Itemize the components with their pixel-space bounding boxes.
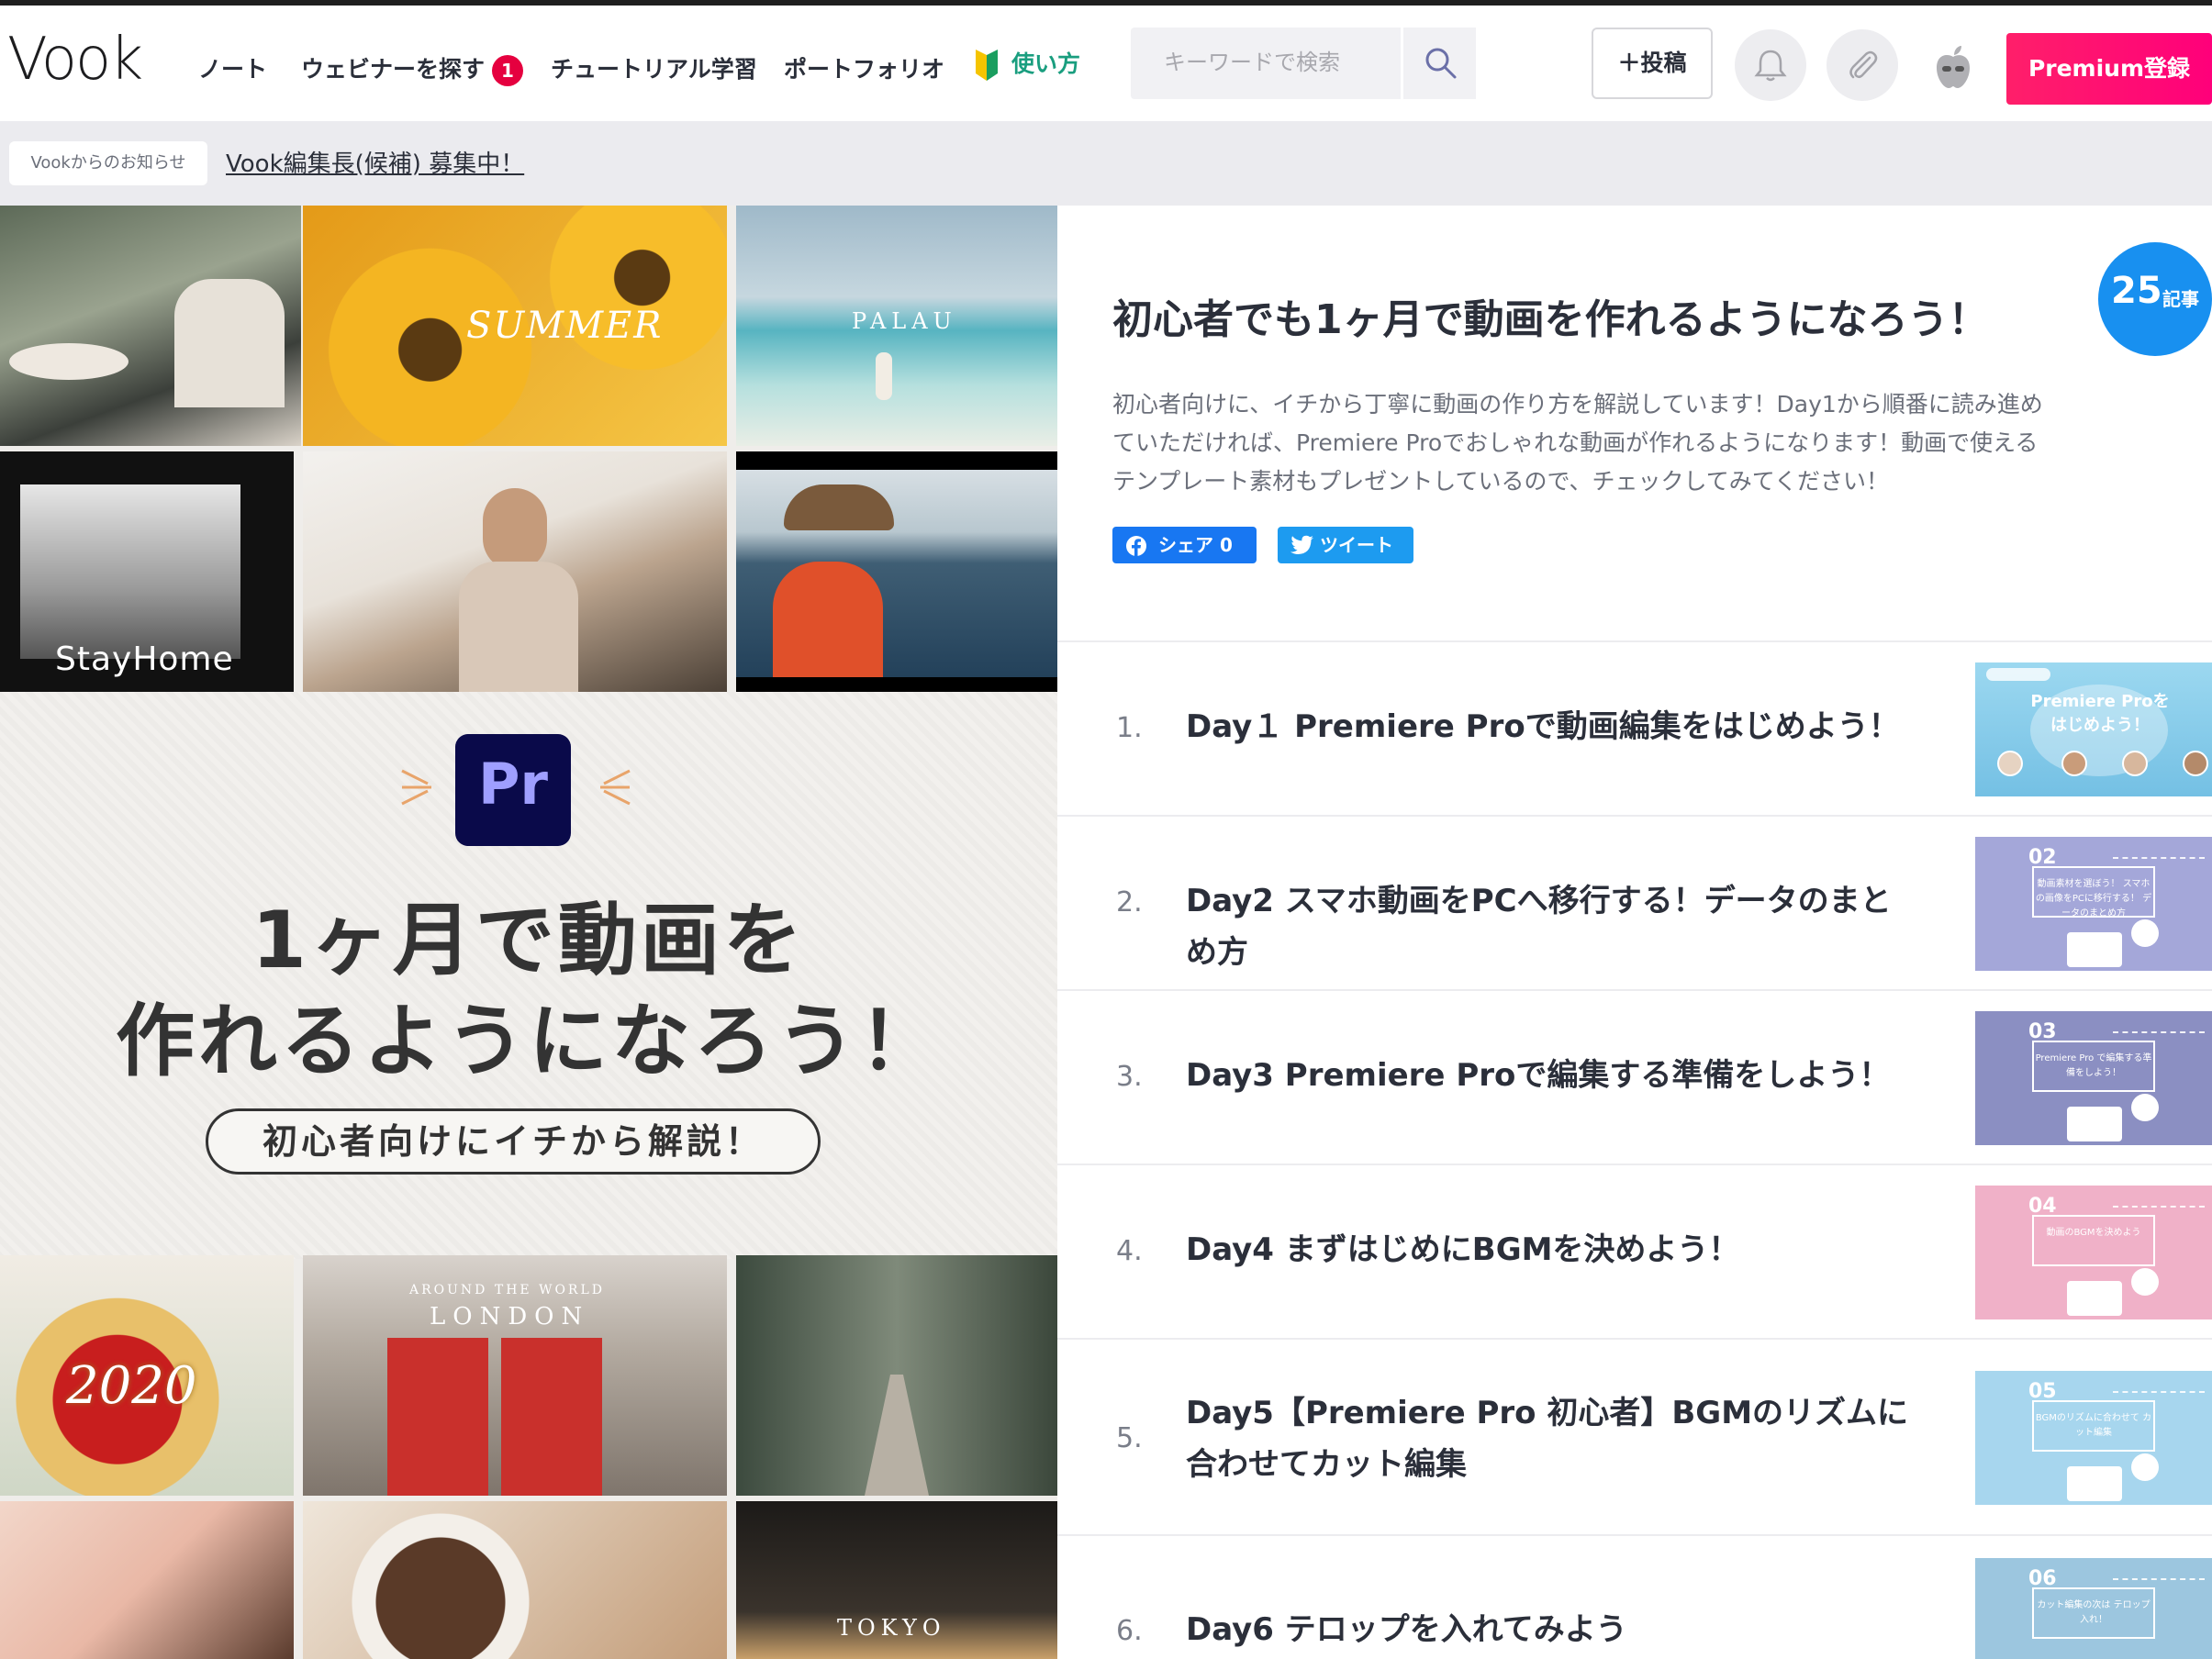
article-thumbnail: 06 カット編集の次は テロップ入れ！ [1975,1558,2212,1659]
nav-how-to-use[interactable]: 使い方 [975,46,1080,83]
article-item-1[interactable]: 1. Day１ Premiere Proで動画編集をはじめよう！ Premier… [1057,640,2212,815]
article-number: 1. [1116,712,1143,744]
stayhome-label: StayHome [55,640,234,678]
article-thumbnail: 03 Premiere Pro で編集する準備をしよう！ [1975,1011,2212,1145]
nav-tutorials-label: チュートリアル学習 [551,56,757,83]
hero-title-line1: 1ヶ月で動画を [251,895,806,986]
london-top-label: AROUND THE WORLD [409,1283,605,1297]
article-count-badge: 25 記事 [2098,242,2212,356]
search-icon [1425,48,1457,79]
hero-subtitle: 初心者向けにイチから解説！ [206,1108,821,1175]
hero-title-panel: Pr 1ヶ月で動画を 作れるようになろう！ 初心者向けにイチから解説！ [0,692,1057,1259]
nav-webinars-label: ウェビナーを探す [301,56,486,83]
series-hero-image: SUMMER PALAU StayHome Pr 1ヶ月で動画を 作れるようにな… [0,206,1057,1659]
article-thumbnail: 05 BGMのリズムに合わせて カット編集 [1975,1371,2212,1505]
article-title: Day3 Premiere Proで編集する準備をしよう！ [1186,1057,1891,1094]
article-count: 25 [2111,270,2162,312]
thumbnail-caption: 動画のBGMを決めよう [2032,1215,2155,1266]
hero-title-line2: 作れるようになろう！ [116,996,942,1087]
premiere-pro-icon: Pr [455,734,571,846]
article-title: Day5【Premiere Pro 初心者】BGMのリズムに合わせてカット編集 [1186,1395,1909,1483]
announcement-bar: Vookからのお知らせ Vook編集長(候補) 募集中！ [0,121,2212,206]
photo-london-phonebox: AROUND THE WORLD LONDON [303,1255,727,1496]
photo-palau-beach: PALAU [736,206,1057,446]
article-item-6[interactable]: 6. Day6 テロップを入れてみよう 06 カット編集の次は テロップ入れ！ [1057,1534,2212,1659]
twitter-tweet-button[interactable]: ツイート [1278,527,1413,563]
article-title: Day4 まずはじめにBGMを決めよう！ [1186,1231,1740,1268]
article-number: 5. [1116,1422,1143,1454]
article-item-4[interactable]: 4. Day4 まずはじめにBGMを決めよう！ 04 動画のBGMを決めよう [1057,1164,2212,1338]
twitter-bird-icon [1290,535,1313,554]
thumbnail-caption: BGMのリズムに合わせて カット編集 [2032,1400,2155,1452]
palau-label: PALAU [852,308,957,334]
notifications-button[interactable] [1735,29,1806,101]
nav-notes[interactable]: ノート [198,51,267,84]
post-button[interactable]: ＋投稿 [1592,28,1713,99]
beginner-mark-icon [976,50,998,81]
facebook-icon [1126,536,1146,556]
article-count-unit: 記事 [2162,288,2199,310]
article-title: Day2 スマホ動画をPCへ移行する！データのまとめ方 [1186,883,1892,971]
nav-portfolio-label: ポートフォリオ [784,56,945,83]
thumbnail-caption: カット編集の次は テロップ入れ！ [2032,1587,2155,1639]
thumbnail-caption: Premiere Proを はじめよう！ [2030,692,2170,735]
nav-portfolio[interactable]: ポートフォリオ [784,51,944,84]
site-header: Vook ノート ウェビナーを探す 1 チュートリアル学習 ポートフォリオ 使い方… [0,6,2212,121]
vook-logo[interactable]: Vook [7,26,143,94]
photo-sea-woman [736,451,1057,692]
photo-cafe-woman [303,451,727,692]
article-thumbnail: 04 動画のBGMを決めよう [1975,1186,2212,1319]
paperclip-icon [1849,50,1878,79]
photo-forest-path [736,1255,1057,1496]
photo-sunflowers: SUMMER [303,206,727,446]
nav-how-to-use-label: 使い方 [1011,50,1081,77]
clips-button[interactable] [1827,29,1898,101]
sparkle-right-icon [600,769,631,806]
article-number: 3. [1116,1061,1143,1093]
article-item-3[interactable]: 3. Day3 Premiere Proで編集する準備をしよう！ 03 Prem… [1057,989,2212,1164]
premiere-pro-icon-label: Pr [477,751,549,818]
article-number: 4. [1116,1235,1143,1267]
thumbnail-caption: Premiere Pro で編集する準備をしよう！ [2032,1041,2155,1092]
tokyo-label: TOKYO [837,1615,946,1641]
facebook-share-label: シェア 0 [1158,534,1233,556]
facebook-share-button[interactable]: シェア 0 [1112,527,1257,563]
photo-cafe-table [0,206,301,446]
series-description: 初心者向けに、イチから丁寧に動画の作り方を解説しています！Day1から順番に読み… [1112,391,2043,495]
announcement-tag: Vookからのお知らせ [9,141,207,185]
london-label: LONDON [430,1303,590,1331]
nav-tutorials[interactable]: チュートリアル学習 [551,51,757,84]
article-thumbnail: 02 動画素材を選ぼう！ スマホの画像をPCに移行する！ データのまとめ方 [1975,837,2212,971]
search-box [1131,28,1476,99]
nav-webinars[interactable]: ウェビナーを探す 1 [301,51,524,86]
summer-label: SUMMER [466,305,664,347]
article-thumbnail: Premiere Proを はじめよう！ [1975,662,2212,796]
sparkle-left-icon [401,769,431,806]
series-title: 初心者でも1ヶ月で動画を作れるようになろう！ [1112,296,1989,343]
year-label: 2020 [66,1356,197,1416]
article-number: 6. [1116,1615,1143,1647]
announcement-link[interactable]: Vook編集長(候補) 募集中！ [226,145,524,179]
photo-child-glasses [0,1501,294,1659]
photo-hot-chocolate [303,1501,727,1659]
nav-notes-label: ノート [198,56,268,83]
article-item-5[interactable]: 5. Day5【Premiere Pro 初心者】BGMのリズムに合わせてカット… [1057,1338,2212,1534]
premium-signup-button[interactable]: Premium登録 [2006,33,2212,105]
photo-stay-home: StayHome [0,451,294,692]
bell-icon [1754,50,1787,82]
article-number: 2. [1116,886,1143,919]
tweet-label: ツイート [1320,534,1393,556]
user-avatar-apple-icon[interactable] [1927,42,1979,94]
webinar-count-badge: 1 [492,55,524,86]
photo-tokyo-night: TOKYO [736,1501,1057,1659]
article-title: Day１ Premiere Proで動画編集をはじめよう！ [1186,708,1900,745]
search-input[interactable] [1164,44,1366,81]
article-title: Day6 テロップを入れてみよう [1186,1611,1627,1648]
photo-new-year-flowers: 2020 [0,1255,294,1496]
article-item-2[interactable]: 2. Day2 スマホ動画をPCへ移行する！データのまとめ方 02 動画素材を選… [1057,815,2212,989]
search-button[interactable] [1401,28,1476,99]
thumbnail-caption: 動画素材を選ぼう！ スマホの画像をPCに移行する！ データのまとめ方 [2032,866,2155,919]
